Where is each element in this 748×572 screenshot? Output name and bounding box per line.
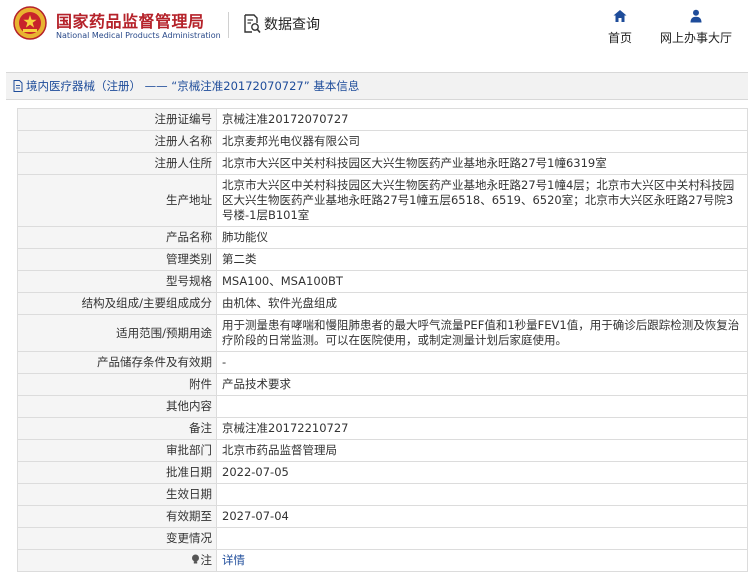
row-value: 用于测量患有哮喘和慢阻肺患者的最大呼气流量PEF值和1秒量FEV1值，用于确诊后… <box>216 314 748 352</box>
org-name-cn: 国家药品监督管理局 <box>56 12 205 31</box>
row-label: 产品储存条件及有效期 <box>17 351 217 374</box>
details-link[interactable]: 详情 <box>222 553 245 567</box>
table-row: 其他内容 <box>17 395 748 418</box>
table-row: 管理类别 第二类 <box>17 248 748 271</box>
row-value: 2027-07-04 <box>216 505 748 528</box>
row-value: 由机体、软件光盘组成 <box>216 292 748 315</box>
home-icon <box>613 10 627 22</box>
breadcrumb: 境内医疗器械（注册） —— “京械注准20172070727” 基本信息 <box>6 72 748 100</box>
nav-home-label: 首页 <box>607 31 632 45</box>
row-label: 变更情况 <box>17 527 217 550</box>
row-value: 产品技术要求 <box>216 373 748 396</box>
row-label: 结构及组成/主要组成成分 <box>17 292 217 315</box>
table-row: 注册人名称 北京麦邦光电仪器有限公司 <box>17 130 748 153</box>
row-value <box>216 395 748 418</box>
row-value <box>216 483 748 506</box>
table-row: 附件 产品技术要求 <box>17 373 748 396</box>
table-row: 生效日期 <box>17 483 748 506</box>
row-value: - <box>216 351 748 374</box>
site-header: 国家药品监督管理局 National Medical Products Admi… <box>0 0 748 58</box>
table-row: 产品名称 肺功能仪 <box>17 226 748 249</box>
row-value: MSA100、MSA100BT <box>216 270 748 293</box>
table-row: 审批部门 北京市药品监督管理局 <box>17 439 748 462</box>
table-row: 型号规格 MSA100、MSA100BT <box>17 270 748 293</box>
row-label: 适用范围/预期用途 <box>17 314 217 352</box>
user-icon <box>690 9 702 23</box>
row-label: 生效日期 <box>17 483 217 506</box>
table-row: 注册证编号 京械注准20172070727 <box>17 108 748 131</box>
document-icon <box>13 80 23 92</box>
row-label: 注册人住所 <box>17 152 217 175</box>
table-row: 有效期至 2027-07-04 <box>17 505 748 528</box>
row-value: 京械注准20172070727 <box>216 108 748 131</box>
row-value: 北京市大兴区中关村科技园区大兴生物医药产业基地永旺路27号1幢6319室 <box>216 152 748 175</box>
note-label-cell: 注 <box>17 549 217 572</box>
table-row: 注册人住所 北京市大兴区中关村科技园区大兴生物医药产业基地永旺路27号1幢631… <box>17 152 748 175</box>
row-label: 型号规格 <box>17 270 217 293</box>
row-value: 北京麦邦光电仪器有限公司 <box>216 130 748 153</box>
nav-home-link[interactable]: 首页 <box>602 8 638 46</box>
row-value: 京械注准20172210727 <box>216 417 748 440</box>
breadcrumb-text: 境内医疗器械（注册） —— “京械注准20172070727” 基本信息 <box>26 79 360 93</box>
note-value-cell: 详情 <box>216 549 748 572</box>
row-value: 肺功能仪 <box>216 226 748 249</box>
note-label: 注 <box>200 553 213 567</box>
row-value: 北京市药品监督管理局 <box>216 439 748 462</box>
table-row: 生产地址 北京市大兴区中关村科技园区大兴生物医药产业基地永旺路27号1幢4层；北… <box>17 174 748 227</box>
row-label: 注册人名称 <box>17 130 217 153</box>
row-label: 附件 <box>17 373 217 396</box>
document-search-icon <box>244 14 261 34</box>
row-label: 有效期至 <box>17 505 217 528</box>
table-row: 批准日期 2022-07-05 <box>17 461 748 484</box>
row-label: 产品名称 <box>17 226 217 249</box>
row-value: 第二类 <box>216 248 748 271</box>
row-label: 其他内容 <box>17 395 217 418</box>
table-row: 结构及组成/主要组成成分 由机体、软件光盘组成 <box>17 292 748 315</box>
row-value: 2022-07-05 <box>216 461 748 484</box>
row-label: 审批部门 <box>17 439 217 462</box>
record-table: 注册证编号 京械注准20172070727 注册人名称 北京麦邦光电仪器有限公司… <box>17 108 748 572</box>
row-label: 生产地址 <box>17 174 217 227</box>
page-title: 数据查询 <box>264 17 320 33</box>
org-name-en: National Medical Products Administration <box>56 31 221 40</box>
nav-online-office-label: 网上办事大厅 <box>659 31 732 45</box>
table-row: 产品储存条件及有效期 - <box>17 351 748 374</box>
row-value <box>216 527 748 550</box>
row-label: 管理类别 <box>17 248 217 271</box>
table-row: 适用范围/预期用途 用于测量患有哮喘和慢阻肺患者的最大呼气流量PEF值和1秒量F… <box>17 314 748 352</box>
note-row: 注 详情 <box>17 549 748 572</box>
table-row: 备注 京械注准20172210727 <box>17 417 748 440</box>
row-label: 批准日期 <box>17 461 217 484</box>
header-divider <box>228 12 229 38</box>
row-label: 备注 <box>17 417 217 440</box>
table-row: 变更情况 <box>17 527 748 550</box>
row-value: 北京市大兴区中关村科技园区大兴生物医药产业基地永旺路27号1幢4层；北京市大兴区… <box>216 174 748 227</box>
national-emblem-icon <box>13 6 47 40</box>
nav-online-office-link[interactable]: 网上办事大厅 <box>656 8 736 46</box>
row-label: 注册证编号 <box>17 108 217 131</box>
